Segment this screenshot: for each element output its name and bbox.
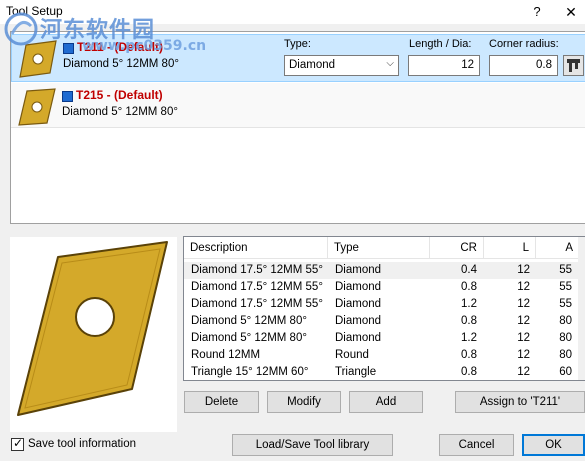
table-row[interactable]: Diamond 17.5° 12MM 55° Diamond 0.8 12 55	[184, 279, 585, 296]
ok-button[interactable]: OK	[522, 434, 585, 456]
cell-type: Diamond	[335, 332, 382, 344]
tool-color-swatch[interactable]	[63, 43, 74, 54]
cell-description: Diamond 5° 12MM 80°	[191, 315, 307, 327]
corner-radius-field[interactable]: 0.8	[489, 55, 558, 76]
diamond-insert-thumbnail-icon	[18, 88, 56, 126]
cell-l: 12	[517, 315, 530, 327]
diamond-insert-preview-icon	[17, 241, 168, 416]
cell-a: 80	[559, 332, 572, 344]
cell-cr: 0.4	[461, 264, 477, 276]
cell-cr: 1.2	[461, 298, 477, 310]
cell-description: Diamond 17.5° 12MM 55°	[191, 264, 323, 276]
cell-a: 55	[559, 281, 572, 293]
cell-a: 55	[559, 264, 572, 276]
length-label: Length / Dia:	[409, 38, 472, 50]
insert-preview	[10, 237, 177, 432]
cell-type: Triangle	[335, 366, 377, 378]
cell-cr: 0.8	[461, 281, 477, 293]
cell-type: Round	[335, 349, 369, 361]
tool-library-table: Description Type CR L A Diamond 17.5° 12…	[183, 236, 585, 381]
cell-l: 12	[517, 281, 530, 293]
cell-a: 80	[559, 349, 572, 361]
type-label: Type:	[284, 38, 311, 50]
cancel-button[interactable]: Cancel	[439, 434, 514, 456]
cell-description: Triangle 15° 12MM 60°	[191, 366, 309, 378]
table-row[interactable]: Diamond 17.5° 12MM 55° Diamond 1.2 12 55	[184, 296, 585, 313]
title-bar: Tool Setup ? ✕	[0, 0, 585, 24]
table-row[interactable]: Diamond 17.5° 12MM 55° Diamond 0.4 12 55	[184, 262, 585, 279]
cell-l: 12	[517, 264, 530, 276]
cell-type: Diamond	[335, 281, 382, 293]
assign-button[interactable]: Assign to 'T211'	[455, 391, 585, 413]
tool-color-swatch[interactable]	[62, 91, 73, 102]
table-scrollbar[interactable]	[578, 237, 585, 380]
tool-description: Diamond 5° 12MM 80°	[62, 106, 178, 118]
tool-holder-icon	[567, 59, 580, 72]
table-row[interactable]: Diamond 5° 12MM 80° Diamond 0.8 12 80	[184, 313, 585, 330]
cell-a: 60	[559, 366, 572, 378]
cell-l: 12	[517, 349, 530, 361]
diamond-insert-thumbnail-icon	[19, 40, 57, 78]
column-header-type[interactable]: Type	[328, 237, 430, 259]
cell-description: Diamond 5° 12MM 80°	[191, 332, 307, 344]
cell-description: Diamond 17.5° 12MM 55°	[191, 298, 323, 310]
table-row[interactable]: Diamond 5° 12MM 80° Diamond 1.2 12 80	[184, 330, 585, 347]
cell-a: 55	[559, 298, 572, 310]
column-header-cr[interactable]: CR	[430, 237, 484, 259]
cell-l: 12	[517, 298, 530, 310]
length-field[interactable]: 12	[408, 55, 480, 76]
tool-row-t215[interactable]: T215 - (Default) Diamond 5° 12MM 80°	[11, 83, 585, 128]
cell-description: Round 12MM	[191, 349, 261, 361]
cell-type: Diamond	[335, 264, 382, 276]
add-button[interactable]: Add	[349, 391, 423, 413]
delete-button[interactable]: Delete	[184, 391, 259, 413]
table-row[interactable]: Round 12MM Round 0.8 12 80	[184, 347, 585, 364]
table-row[interactable]: Triangle 15° 12MM 60° Triangle 0.8 12 60	[184, 364, 585, 380]
tool-options-button[interactable]	[563, 55, 584, 76]
cell-cr: 0.8	[461, 349, 477, 361]
save-tool-info-checkbox[interactable]: ✓	[11, 436, 24, 451]
modify-button[interactable]: Modify	[267, 391, 341, 413]
corner-radius-label: Corner radius:	[489, 38, 559, 50]
cell-type: Diamond	[335, 298, 382, 310]
help-button[interactable]: ?	[527, 2, 547, 22]
column-header-l[interactable]: L	[484, 237, 536, 259]
tool-name: T215 - (Default)	[76, 88, 163, 102]
tool-description: Diamond 5° 12MM 80°	[63, 58, 179, 70]
load-save-library-button[interactable]: Load/Save Tool library	[232, 434, 393, 456]
table-header: Description Type CR L A	[184, 237, 585, 259]
chevron-down-icon: ⌵	[386, 58, 394, 69]
type-select-value: Diamond	[289, 59, 336, 71]
cell-cr: 0.8	[461, 315, 477, 327]
checkmark-icon: ✓	[13, 436, 24, 450]
column-header-a[interactable]: A	[536, 237, 579, 259]
cell-l: 12	[517, 332, 530, 344]
tool-list: T211 - (Default) Diamond 5° 12MM 80° Typ…	[10, 31, 585, 224]
cell-cr: 0.8	[461, 366, 477, 378]
cell-cr: 1.2	[461, 332, 477, 344]
close-button[interactable]: ✕	[560, 2, 582, 22]
save-tool-info-label: Save tool information	[28, 438, 137, 450]
tool-name: T211 - (Default)	[77, 40, 164, 54]
cell-l: 12	[517, 366, 530, 378]
column-header-description[interactable]: Description	[184, 237, 328, 259]
type-select[interactable]: Diamond ⌵	[284, 55, 399, 76]
cell-a: 80	[559, 315, 572, 327]
window-title: Tool Setup	[6, 4, 63, 18]
cell-description: Diamond 17.5° 12MM 55°	[191, 281, 323, 293]
tool-row-t211[interactable]: T211 - (Default) Diamond 5° 12MM 80° Typ…	[11, 34, 585, 82]
cell-type: Diamond	[335, 315, 382, 327]
